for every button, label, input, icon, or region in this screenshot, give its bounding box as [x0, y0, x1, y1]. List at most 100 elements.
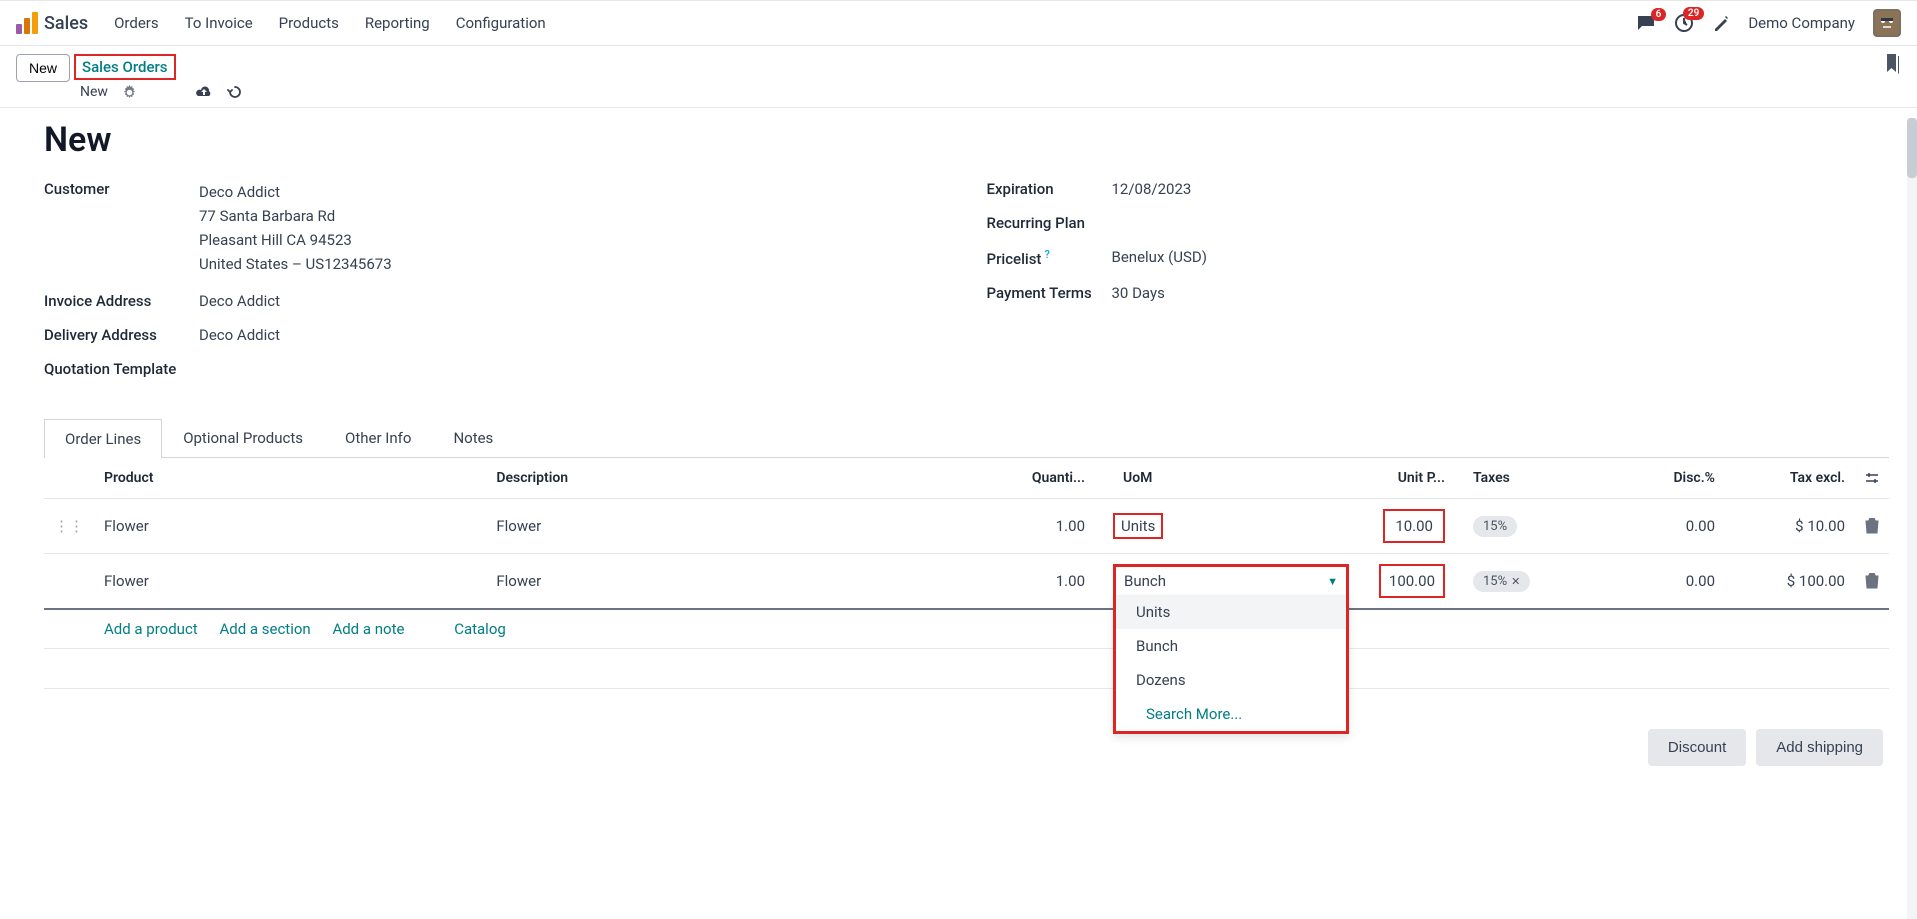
topbar-left: Sales Orders To Invoice Products Reporti…: [16, 12, 546, 34]
delete-row-icon[interactable]: [1865, 518, 1879, 534]
cell-qty[interactable]: 1.00: [1005, 499, 1095, 554]
activities-icon[interactable]: 29: [1674, 13, 1694, 33]
col-taxes[interactable]: Taxes: [1455, 458, 1625, 499]
remove-tax-icon[interactable]: ✕: [1511, 575, 1520, 588]
dropdown-option-dozens[interactable]: Dozens: [1116, 663, 1346, 697]
table-row: ⋮⋮ Flower Flower 1.00 Units 10.00 15% 0.…: [44, 499, 1889, 554]
discount-button[interactable]: Discount: [1648, 729, 1746, 766]
form-grid: Customer Deco Addict 77 Santa Barbara Rd…: [44, 180, 1889, 394]
quotation-template-label: Quotation Template: [44, 360, 176, 378]
app-logo[interactable]: Sales: [16, 12, 88, 34]
bookmark-icon[interactable]: [1885, 54, 1901, 74]
invoice-address-value[interactable]: Deco Addict: [199, 292, 280, 310]
dropdown-search-more[interactable]: Search More...: [1116, 697, 1346, 731]
order-lines-table: Product Description Quanti... UoM Unit P…: [44, 458, 1889, 689]
scrollbar[interactable]: [1907, 118, 1917, 919]
form-main: New Customer Deco Addict 77 Santa Barbar…: [0, 108, 1917, 786]
cell-unit-price[interactable]: 100.00: [1379, 564, 1445, 598]
tax-tag[interactable]: 15% ✕: [1473, 571, 1530, 592]
cell-unit-price[interactable]: 10.00: [1383, 509, 1445, 543]
topbar-right: 6 29 Demo Company: [1636, 9, 1901, 37]
col-unit-price[interactable]: Unit P...: [1355, 458, 1455, 499]
tabs: Order Lines Optional Products Other Info…: [44, 418, 1889, 458]
cell-description[interactable]: Flower: [486, 554, 1005, 610]
customer-label: Customer: [44, 180, 199, 198]
cell-uom[interactable]: Units: [1113, 513, 1163, 539]
delivery-address-label: Delivery Address: [44, 326, 199, 344]
cell-disc[interactable]: 0.00: [1625, 554, 1725, 610]
uom-dropdown-input[interactable]: Bunch ▼ Units Bunch Dozens Search More..…: [1113, 564, 1349, 598]
col-disc[interactable]: Disc.%: [1625, 458, 1725, 499]
delete-row-icon[interactable]: [1865, 573, 1879, 589]
pricelist-label: Pricelist?: [987, 248, 1112, 268]
add-note-link[interactable]: Add a note: [332, 620, 404, 638]
table-header-row: Product Description Quanti... UoM Unit P…: [44, 458, 1889, 499]
expiration-value[interactable]: 12/08/2023: [1112, 180, 1192, 198]
payment-terms-value[interactable]: 30 Days: [1112, 284, 1165, 302]
cell-description[interactable]: Flower: [486, 499, 1005, 554]
help-icon[interactable]: ?: [1044, 248, 1049, 261]
add-product-link[interactable]: Add a product: [104, 620, 198, 638]
nav-products[interactable]: Products: [279, 14, 339, 32]
add-section-link[interactable]: Add a section: [219, 620, 310, 638]
top-navbar: Sales Orders To Invoice Products Reporti…: [0, 0, 1917, 46]
tab-other-info[interactable]: Other Info: [324, 418, 432, 457]
breadcrumb-toolbar: New Sales Orders New: [0, 46, 1917, 108]
cell-tax-excl: $ 100.00: [1725, 554, 1855, 610]
delivery-address-value[interactable]: Deco Addict: [199, 326, 280, 344]
col-settings-icon[interactable]: [1855, 458, 1889, 499]
cell-product[interactable]: Flower: [94, 554, 486, 610]
activities-badge: 29: [1683, 7, 1704, 20]
nav-orders[interactable]: Orders: [114, 14, 159, 32]
logo-bars-icon: [16, 12, 38, 34]
invoice-address-label: Invoice Address: [44, 292, 199, 310]
col-quantity[interactable]: Quanti...: [1005, 458, 1095, 499]
tab-optional-products[interactable]: Optional Products: [162, 418, 324, 457]
company-name[interactable]: Demo Company: [1748, 14, 1855, 32]
table-actions-row: Add a product Add a section Add a note C…: [44, 609, 1889, 649]
tab-order-lines[interactable]: Order Lines: [44, 419, 162, 458]
nav-to-invoice[interactable]: To Invoice: [185, 14, 253, 32]
scrollbar-thumb[interactable]: [1907, 118, 1917, 178]
messages-badge: 6: [1651, 8, 1667, 21]
form-right-col: Expiration 12/08/2023 Recurring Plan Pri…: [987, 180, 1890, 394]
cell-disc[interactable]: 0.00: [1625, 499, 1725, 554]
nav-reporting[interactable]: Reporting: [365, 14, 430, 32]
new-button[interactable]: New: [16, 54, 70, 82]
messages-icon[interactable]: 6: [1636, 14, 1656, 32]
chevron-down-icon[interactable]: ▼: [1327, 575, 1338, 588]
col-description[interactable]: Description: [486, 458, 1005, 499]
breadcrumb-sales-orders[interactable]: Sales Orders: [74, 54, 175, 80]
pricelist-value[interactable]: Benelux (USD): [1112, 248, 1207, 266]
add-shipping-button[interactable]: Add shipping: [1756, 729, 1883, 766]
form-left-col: Customer Deco Addict 77 Santa Barbara Rd…: [44, 180, 947, 394]
tab-notes[interactable]: Notes: [432, 418, 514, 457]
tax-tag[interactable]: 15%: [1473, 516, 1517, 537]
table-row: Flower Flower 1.00 Bunch ▼ Units Bunch D…: [44, 554, 1889, 610]
drag-handle-icon[interactable]: ⋮⋮: [54, 517, 84, 535]
expiration-label: Expiration: [987, 180, 1112, 198]
cell-qty[interactable]: 1.00: [1005, 554, 1095, 610]
dropdown-option-bunch[interactable]: Bunch: [1116, 629, 1346, 663]
user-avatar[interactable]: [1873, 9, 1901, 37]
cell-product[interactable]: Flower: [94, 499, 486, 554]
col-tax-excl[interactable]: Tax excl.: [1725, 458, 1855, 499]
dropdown-option-units[interactable]: Units: [1116, 595, 1346, 629]
customer-value[interactable]: Deco Addict 77 Santa Barbara Rd Pleasant…: [199, 180, 392, 276]
uom-dropdown-menu: Units Bunch Dozens Search More...: [1113, 595, 1349, 734]
footer-buttons: Discount Add shipping: [44, 729, 1889, 766]
payment-terms-label: Payment Terms: [987, 284, 1112, 302]
cell-tax-excl: $ 10.00: [1725, 499, 1855, 554]
recurring-plan-label: Recurring Plan: [987, 214, 1112, 232]
tools-icon[interactable]: [1712, 14, 1730, 32]
gear-icon[interactable]: [122, 85, 137, 100]
cloud-upload-icon[interactable]: [195, 85, 213, 99]
col-product[interactable]: Product: [94, 458, 486, 499]
page-title: New: [44, 120, 1889, 160]
breadcrumb-current: New: [80, 84, 108, 100]
col-uom[interactable]: UoM: [1095, 458, 1355, 499]
nav-configuration[interactable]: Configuration: [456, 14, 546, 32]
app-title: Sales: [44, 13, 88, 34]
discard-icon[interactable]: [227, 84, 243, 100]
catalog-link[interactable]: Catalog: [454, 620, 506, 638]
